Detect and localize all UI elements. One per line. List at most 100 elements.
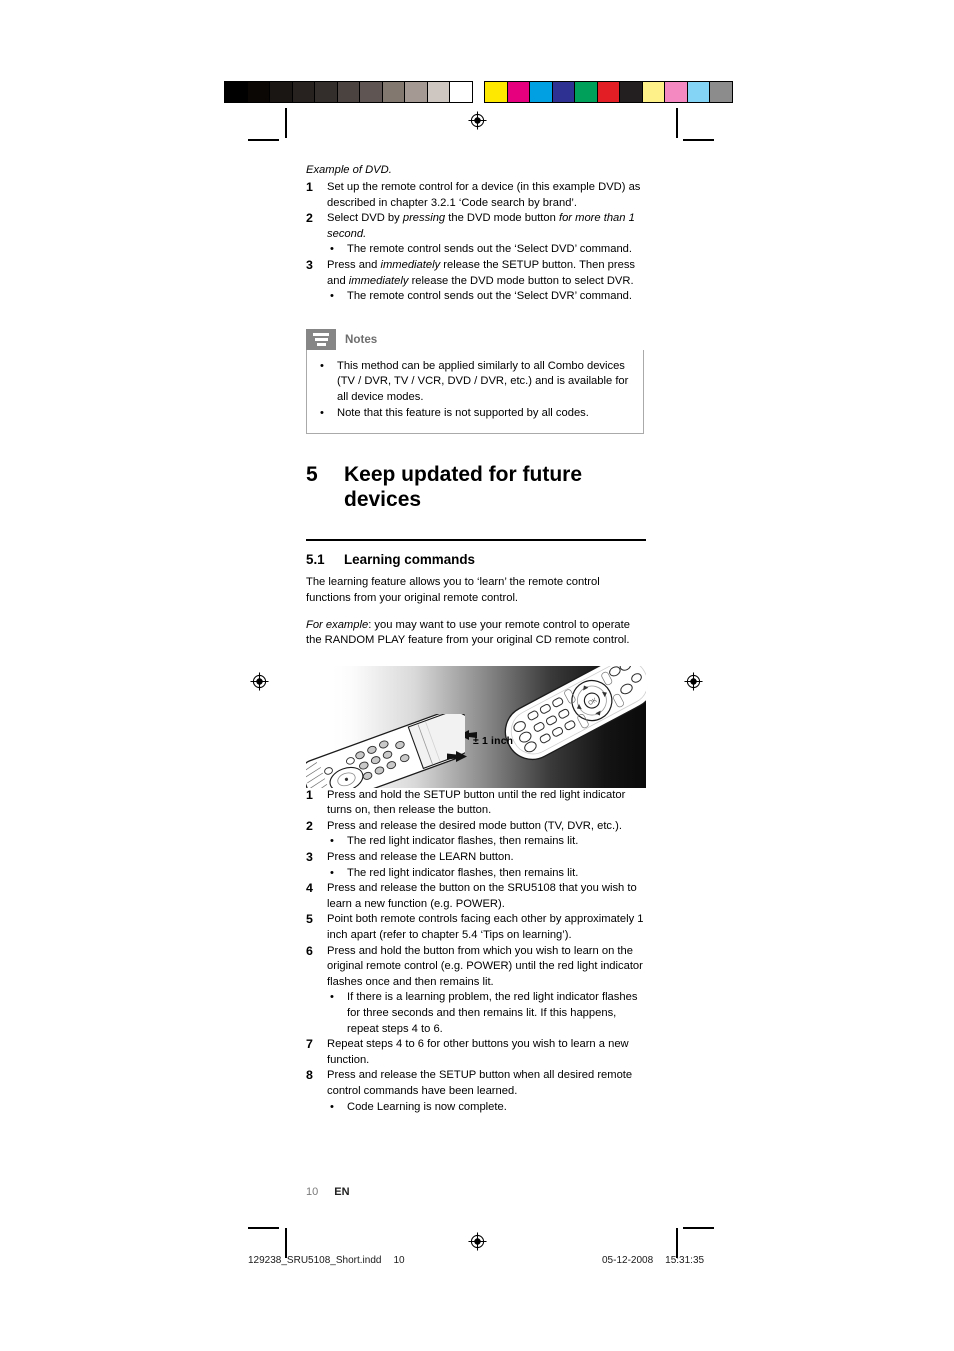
print-footer-filename: 129238_SRU5108_Short.indd 10	[248, 1255, 405, 1266]
color-swatch	[529, 81, 553, 103]
registration-target-right	[684, 672, 703, 691]
bullet-list: • The remote control sends out the ‘Selec…	[327, 289, 646, 305]
color-swatch	[641, 81, 665, 103]
grayscale-swatch	[246, 81, 270, 103]
example-of-dvd-label: Example of DVD.	[306, 164, 392, 176]
color-calibration-bar	[484, 81, 733, 103]
grayscale-swatch	[224, 81, 248, 103]
procedure-step: 5 Point both remote controls facing each …	[306, 912, 646, 943]
note-item: • This method can be applied similarly to…	[317, 359, 633, 406]
step-text: Set up the remote control for a device (…	[327, 181, 640, 209]
note-item: • Note that this feature is not supported…	[317, 406, 633, 422]
emphasis-text: immediately	[380, 258, 441, 271]
original-remote-control-image: OK	[492, 665, 646, 768]
bullet-text: The red light indicator flashes, then re…	[347, 866, 579, 879]
print-date: 05-12-2008	[602, 1255, 654, 1266]
emphasis-text: pressing	[402, 212, 446, 225]
step-number: 2	[306, 211, 313, 226]
bullet-dot-icon: •	[320, 359, 324, 372]
color-swatch	[686, 81, 710, 103]
step-text: Press and release the button on the SRU5…	[327, 882, 637, 910]
bullet-item: • The remote control sends out the ‘Selec…	[327, 289, 646, 305]
plain-text: the DVD mode button	[445, 212, 559, 225]
section-paragraph-2: For example: you may want to use your re…	[306, 618, 646, 649]
step-text: Press and release the LEARN button.	[327, 851, 514, 864]
step-number: 6	[306, 943, 313, 958]
bullet-dot-icon: •	[330, 243, 334, 256]
color-swatch	[709, 81, 733, 103]
print-footer-page: 10	[393, 1255, 405, 1266]
plain-text: Select DVD by	[327, 212, 403, 225]
procedure-step: 7 Repeat steps 4 to 6 for other buttons y…	[306, 1037, 646, 1068]
color-swatch	[664, 81, 688, 103]
procedure-step: 1 Set up the remote control for a device …	[306, 180, 646, 211]
step-text: Point both remote controls facing each o…	[327, 913, 644, 942]
registration-target-top	[468, 111, 487, 130]
procedure-step: 3 Press and immediately release the SETUP…	[306, 258, 646, 305]
crop-mark-bottom-right-horizontal	[683, 1227, 714, 1229]
procedure-step: 8 Press and release the SETUP button when…	[306, 1068, 646, 1115]
bullet-text: The red light indicator flashes, then re…	[347, 835, 579, 848]
crop-mark-top-left-horizontal	[248, 139, 279, 141]
bullet-item: • The red light indicator flashes, then r…	[327, 834, 646, 850]
bullet-text: The remote control sends out the ‘Select…	[347, 290, 632, 303]
bullet-text: If there is a learning problem, the red …	[347, 991, 638, 1035]
notes-bullet-list: • This method can be applied similarly to…	[317, 359, 633, 421]
page-number: 10	[306, 1186, 319, 1198]
arrow-pointing-left-icon	[447, 750, 467, 762]
crop-mark-top-left-vertical	[285, 108, 287, 138]
registration-target-left	[250, 672, 269, 691]
bullet-item: • If there is a learning problem, the red…	[327, 990, 646, 1037]
bullet-dot-icon: •	[330, 866, 334, 879]
color-swatch	[574, 81, 598, 103]
bullet-item: • The remote control sends out the ‘Selec…	[327, 242, 646, 258]
bullet-list: • The red light indicator flashes, then r…	[327, 866, 646, 882]
notes-callout: Notes • This method can be applied simila…	[306, 328, 644, 435]
step-number: 1	[306, 180, 313, 194]
content-column: Example of DVD. 1 Set up the remote contr…	[306, 163, 646, 1115]
grayscale-swatch	[426, 81, 450, 103]
note-text: Note that this feature is not supported …	[337, 406, 589, 419]
grayscale-swatch	[381, 81, 405, 103]
grayscale-calibration-bar	[224, 81, 473, 103]
manual-page: Example of DVD. 1 Set up the remote contr…	[0, 0, 954, 1351]
crop-mark-bottom-left-vertical	[285, 1228, 287, 1258]
section-title: Learning commands	[344, 552, 475, 568]
grayscale-swatch	[404, 81, 428, 103]
crop-mark-bottom-left-horizontal	[248, 1227, 279, 1229]
distance-label: ± 1 inch	[473, 735, 514, 747]
top-procedure-list: 1 Set up the remote control for a device …	[306, 180, 646, 305]
step-text: Repeat steps 4 to 6 for other buttons yo…	[327, 1038, 629, 1066]
grayscale-swatch	[314, 81, 338, 103]
bullet-text: Code Learning is now complete.	[347, 1100, 507, 1113]
procedure-step: 6 Press and hold the button from which yo…	[306, 944, 646, 1038]
section-number: 5.1	[306, 552, 325, 568]
step-text: Select DVD by pressing the DVD mode butt…	[327, 212, 635, 240]
bullet-item: • The red light indicator flashes, then r…	[327, 866, 646, 882]
grayscale-swatch	[359, 81, 383, 103]
step-text: Press and hold the button from which you…	[327, 944, 643, 988]
learning-illustration: OK ± 1 inch	[306, 665, 646, 788]
language-code: EN	[334, 1186, 350, 1198]
plain-text: Press and	[327, 258, 381, 271]
section-paragraph-1: The learning feature allows you to ‘lear…	[306, 576, 600, 604]
for-example-label: For example	[306, 618, 369, 631]
grayscale-swatch	[336, 81, 360, 103]
color-swatch	[484, 81, 508, 103]
chapter-number: 5	[306, 463, 318, 487]
step-text: Press and immediately release the SETUP …	[327, 259, 635, 287]
emphasis-text: immediately	[348, 274, 409, 287]
bullet-dot-icon: •	[330, 835, 334, 848]
step-number: 7	[306, 1037, 313, 1052]
step-number: 5	[306, 912, 313, 927]
step-number: 3	[306, 850, 313, 865]
color-swatch	[596, 81, 620, 103]
step-number: 3	[306, 257, 313, 272]
color-swatch	[551, 81, 575, 103]
print-time: 15:31:35	[665, 1255, 705, 1266]
chapter-title: Keep updated for future devices	[344, 463, 583, 512]
step-number: 1	[306, 787, 313, 802]
procedure-step: 2 Press and release the desired mode butt…	[306, 819, 646, 850]
step-text: Press and release the desired mode butto…	[327, 819, 622, 832]
bullet-list: • The red light indicator flashes, then r…	[327, 834, 646, 850]
